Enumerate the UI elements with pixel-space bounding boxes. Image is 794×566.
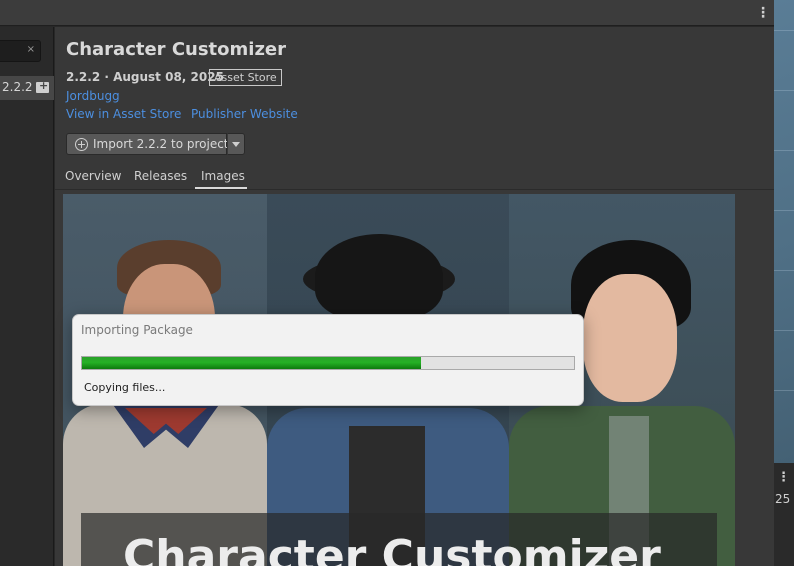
- tab-releases[interactable]: Releases: [134, 169, 187, 183]
- kebab-menu-icon[interactable]: ⋮: [756, 5, 770, 21]
- details-tabs: Overview Releases Images: [55, 164, 774, 190]
- package-title: Character Customizer: [66, 39, 287, 60]
- plus-circle-icon: [75, 138, 88, 151]
- selected-tab-indicator: [195, 187, 247, 189]
- folder-add-icon: [36, 79, 49, 93]
- import-dropdown-button[interactable]: [227, 133, 245, 155]
- package-search-field[interactable]: ×: [0, 40, 41, 62]
- preview-banner-text: Character Customizer: [123, 531, 661, 566]
- import-button[interactable]: Import 2.2.2 to project: [66, 133, 229, 155]
- source-badge: Asset Store: [209, 69, 282, 86]
- top-toolbar: ⋮: [0, 0, 774, 26]
- package-list-pane: × 2.2.2: [0, 27, 54, 566]
- package-version-date: 2.2.2 · August 08, 2025: [66, 70, 224, 84]
- tab-images[interactable]: Images: [201, 169, 245, 183]
- import-button-label: Import 2.2.2 to project: [93, 137, 229, 151]
- import-progress-fill: [82, 357, 421, 369]
- publisher-link[interactable]: Jordbugg: [66, 89, 120, 103]
- package-details-panel: Character Customizer 2.2.2 · August 08, …: [55, 27, 774, 566]
- close-icon[interactable]: ×: [27, 44, 35, 55]
- publisher-website-link[interactable]: Publisher Website: [191, 107, 298, 121]
- partial-number-label: 25: [775, 492, 791, 506]
- character-2-hair: [315, 234, 443, 320]
- package-version-label: 2.2.2: [2, 80, 33, 94]
- kebab-menu-icon[interactable]: ⋮: [777, 470, 790, 485]
- dialog-title: Importing Package: [81, 323, 193, 337]
- preview-banner: Character Customizer: [81, 513, 717, 566]
- importing-package-dialog: Importing Package Copying files...: [72, 314, 584, 406]
- view-in-asset-store-link[interactable]: View in Asset Store: [66, 107, 181, 121]
- character-3-face: [583, 274, 677, 402]
- package-list-item-selected[interactable]: 2.2.2: [0, 76, 54, 100]
- dialog-status-text: Copying files...: [84, 381, 166, 394]
- tab-overview[interactable]: Overview: [65, 169, 122, 183]
- import-progress-bar: [81, 356, 575, 370]
